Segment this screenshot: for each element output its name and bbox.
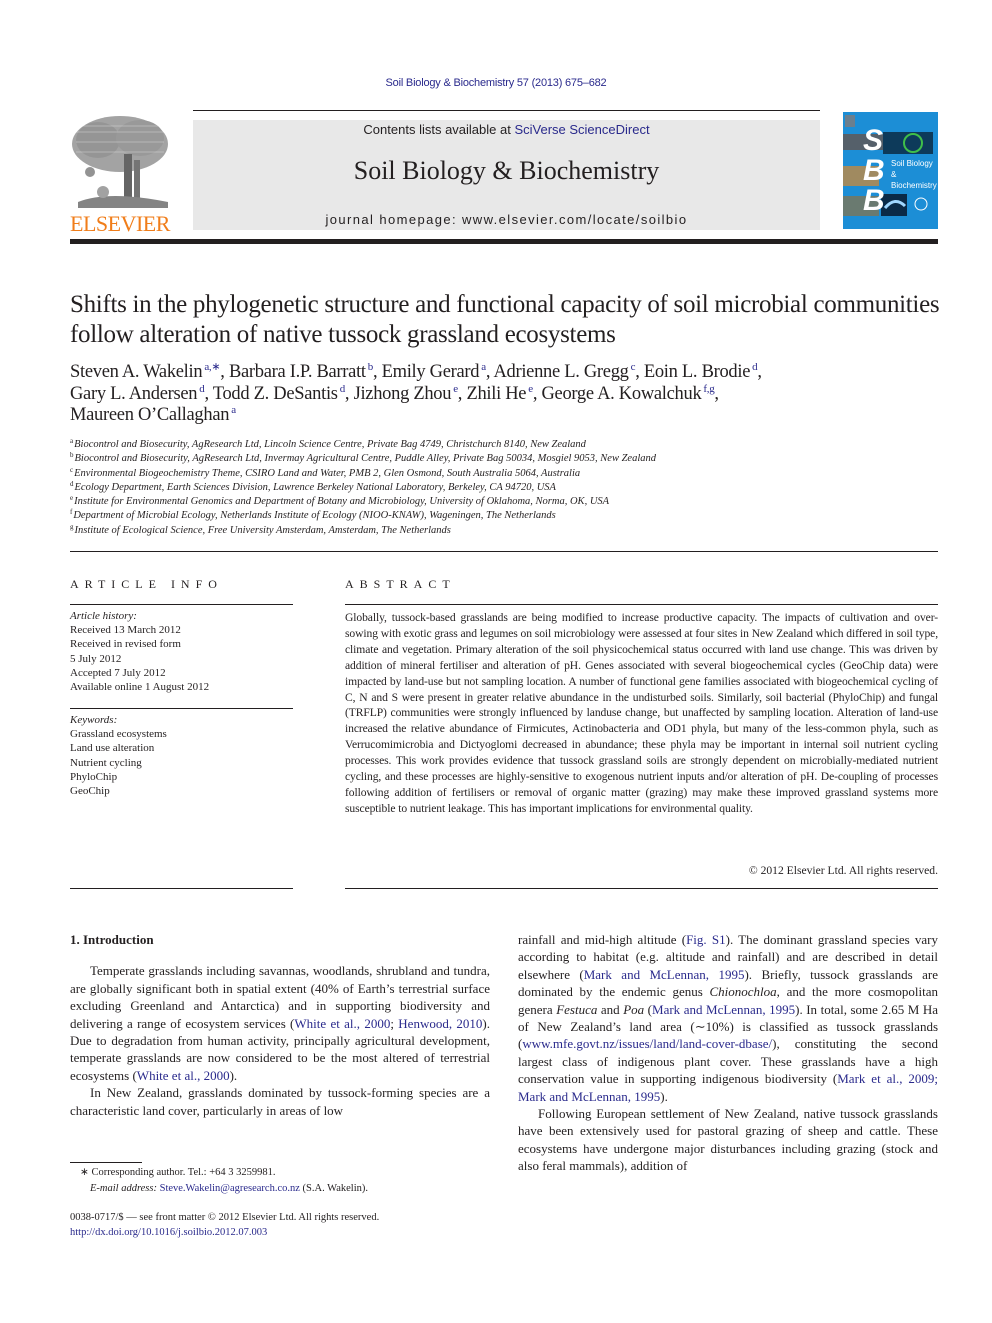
paragraph: Temperate grasslands including savannas,…: [70, 963, 490, 1083]
reference-link[interactable]: White et al., 2000: [137, 1068, 230, 1083]
cover-letters: S B B: [863, 126, 885, 216]
journal-title: Soil Biology & Biochemistry: [353, 156, 660, 185]
author-affiliation-mark[interactable]: a,∗: [204, 361, 220, 373]
author[interactable]: Zhili He e: [466, 383, 533, 404]
contents-line: Contents lists available at SciVerse Sci…: [193, 122, 820, 137]
cover-title-line2: Biochemistry: [891, 181, 937, 190]
history-entry: Received 13 March 2012: [70, 624, 181, 637]
affiliations-rule: [70, 551, 938, 552]
keyword: Grassland ecosystems: [70, 728, 167, 741]
header-rule: [193, 110, 820, 111]
author[interactable]: George A. Kowalchuk f,g: [541, 383, 714, 404]
history-entry: Available online 1 August 2012: [70, 681, 210, 694]
author-affiliation-mark[interactable]: f,g: [703, 383, 714, 395]
homepage-link[interactable]: www.elsevier.com/locate/soilbio: [462, 212, 687, 227]
cover-letter-b2: B: [863, 184, 885, 217]
journal-citation[interactable]: Soil Biology & Biochemistry 57 (2013) 67…: [0, 77, 992, 89]
author[interactable]: Jizhong Zhou e: [354, 383, 459, 404]
affiliations: aBiocontrol and Biosecurity, AgResearch …: [70, 438, 940, 538]
footnote-rule: [70, 1162, 142, 1163]
article-info-rule: [70, 604, 293, 605]
front-matter-info: 0038-0717/$ — see front matter © 2012 El…: [70, 1211, 500, 1240]
keywords-rule: [70, 708, 293, 709]
paragraph: rainfall and mid-high altitude (Fig. S1)…: [518, 932, 938, 1104]
contents-prefix: Contents lists available at: [363, 122, 515, 137]
abstract-bottom-rule: [345, 888, 938, 889]
author[interactable]: Maureen O’Callaghan a: [70, 404, 236, 426]
abstract-text: Globally, tussock-based grasslands are b…: [345, 611, 938, 815]
issn-line: 0038-0717/$ — see front matter © 2012 El…: [70, 1212, 380, 1223]
history-entry: Accepted 7 July 2012: [70, 666, 166, 679]
author[interactable]: Barbara I.P. Barratt b: [229, 362, 373, 383]
email-label: E-mail address:: [90, 1182, 160, 1194]
author-affiliation-mark[interactable]: a: [231, 404, 236, 416]
elsevier-wordmark: ELSEVIER: [70, 211, 170, 236]
affiliation: fDepartment of Microbial Ecology, Nether…: [70, 508, 556, 522]
cover-letter-b1: B: [863, 154, 885, 187]
keyword: Land use alteration: [70, 742, 155, 755]
journal-cover-thumbnail[interactable]: S B B Soil Biology & Biochemistry: [843, 112, 938, 229]
abstract-copyright: © 2012 Elsevier Ltd. All rights reserved…: [748, 864, 938, 877]
journal-banner: Contents lists available at SciVerse Sci…: [193, 120, 820, 230]
affiliation: aBiocontrol and Biosecurity, AgResearch …: [70, 437, 586, 451]
doi-link[interactable]: http://dx.doi.org/10.1016/j.soilbio.2012…: [70, 1227, 267, 1238]
reference-link[interactable]: Henwood, 2010: [398, 1016, 482, 1031]
affiliation: cEnvironmental Biogeochemistry Theme, CS…: [70, 465, 581, 479]
corresponding-author-footnote: ∗ Corresponding author. Tel.: +64 3 3259…: [80, 1167, 368, 1194]
reference-link[interactable]: Mark and McLennan, 1995: [584, 967, 745, 982]
cover-title-line1: Soil Biology &: [891, 159, 933, 179]
history-entry: 5 July 2012: [70, 652, 122, 665]
article-history: Article history: Received 13 March 2012 …: [70, 609, 293, 694]
history-entry: Received in revised form: [70, 638, 181, 651]
section-title: 1. Introduction: [70, 932, 154, 947]
affiliation: gInstitute of Ecological Science, Free U…: [70, 522, 451, 536]
article-info-bottom-rule: [70, 888, 293, 889]
homepage-prefix: journal homepage:: [325, 212, 462, 227]
body-column-right: rainfall and mid-high altitude (Fig. S1)…: [518, 931, 938, 1175]
email-link[interactable]: Steve.Wakelin@agresearch.co.nz: [160, 1183, 300, 1194]
paragraph: Following European settlement of New Zea…: [518, 1106, 938, 1174]
keywords: Keywords: Grassland ecosystems Land use …: [70, 713, 293, 798]
sciencedirect-link[interactable]: SciVerse ScienceDirect: [514, 122, 649, 137]
keyword: Nutrient cycling: [70, 756, 142, 769]
cover-title: Soil Biology & Biochemistry: [891, 158, 938, 191]
author[interactable]: Steven A. Wakelin a,∗: [70, 361, 221, 383]
author[interactable]: Gary L. Andersen d: [70, 383, 205, 404]
header-thick-rule: [70, 239, 938, 244]
affiliation: bBiocontrol and Biosecurity, AgResearch …: [70, 451, 657, 465]
body-column-left: 1. Introduction Temperate grasslands inc…: [70, 931, 490, 1119]
author-list: Steven A. Wakelin a,∗, Barbara I.P. Barra…: [70, 361, 762, 426]
article-info-heading: ARTICLE INFO: [70, 577, 223, 591]
keyword: GeoChip: [70, 785, 110, 798]
external-url-link[interactable]: www.mfe.govt.nz/issues/land/land-cover-d…: [522, 1036, 772, 1051]
author[interactable]: Emily Gerard a: [382, 362, 486, 383]
article-history-label: Article history:: [70, 610, 137, 622]
author[interactable]: Eoin L. Brodie d: [644, 362, 758, 383]
author[interactable]: Adrienne L. Gregg c: [493, 362, 635, 383]
article-title: Shifts in the phylogenetic structure and…: [70, 291, 940, 348]
affiliation: eInstitute for Environmental Genomics an…: [70, 494, 610, 508]
affiliation: dEcology Department, Earth Sciences Divi…: [70, 479, 556, 493]
figure-link[interactable]: Fig. S1: [686, 932, 726, 947]
homepage-line: journal homepage: www.elsevier.com/locat…: [193, 212, 820, 227]
cover-letter-s: S: [863, 124, 884, 157]
abstract-rule: [345, 604, 938, 605]
keyword: PhyloChip: [70, 770, 118, 783]
reference-link[interactable]: White et al., 2000: [294, 1016, 390, 1031]
reference-link[interactable]: Mark and McLennan, 1995: [652, 1002, 795, 1017]
author[interactable]: Todd Z. DeSantis d: [213, 383, 345, 404]
tree-icon: [68, 112, 172, 212]
paragraph: In New Zealand, grasslands dominated by …: [70, 1085, 490, 1118]
abstract-heading: ABSTRACT: [345, 577, 456, 591]
footnote-marker: ∗: [80, 1167, 89, 1178]
corresponding-author-text: Corresponding author. Tel.: +64 3 325998…: [91, 1167, 276, 1178]
keywords-label: Keywords:: [70, 714, 118, 726]
